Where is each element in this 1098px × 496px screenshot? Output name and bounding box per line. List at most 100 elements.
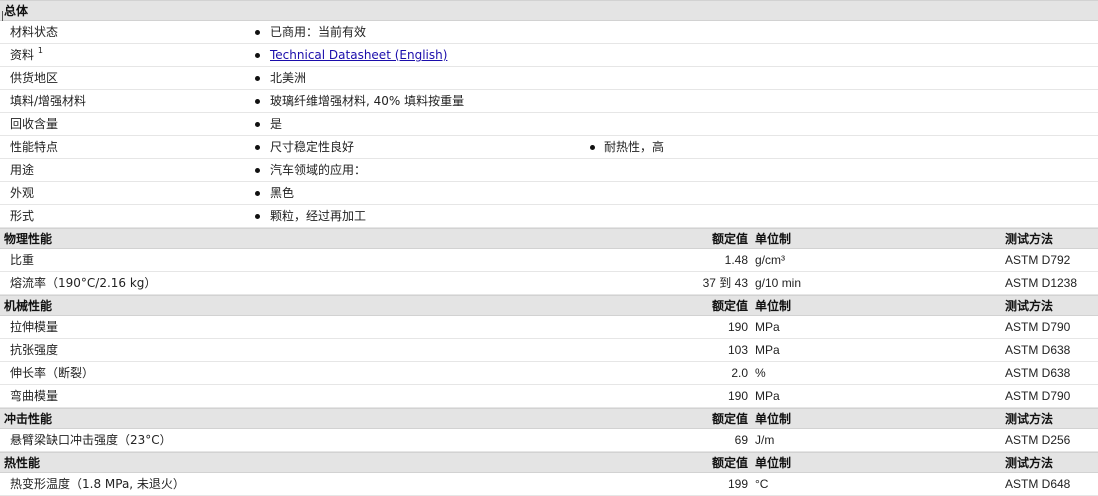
property-label: 比重: [10, 253, 35, 267]
property-label: 悬臂梁缺口冲击强度（23°C）: [10, 433, 172, 447]
column-header-test: 测试方法: [1005, 232, 1054, 246]
property-label: 形式: [10, 209, 35, 223]
section-header-mechanical: 机械性能 额定值 单位制 测试方法: [0, 295, 1098, 316]
datasheet-table: 总体 材料状态 已商用：当前有效 资料 1 Technical Datashee…: [0, 0, 1098, 496]
property-label: 材料状态: [10, 25, 59, 39]
test-method: ASTM D638: [1005, 366, 1071, 380]
section-header-physical: 物理性能 额定值 单位制 测试方法: [0, 228, 1098, 249]
bullet-icon: [255, 191, 260, 196]
column-header-nominal: 额定值: [711, 232, 748, 246]
section-title: 热性能: [4, 456, 41, 470]
nominal-value: 103: [727, 343, 748, 357]
property-label: 性能特点: [10, 140, 59, 154]
property-row-appearance: 外观 黑色: [0, 182, 1098, 205]
unit-value: g/10 min: [755, 276, 802, 290]
property-value: 北美洲: [270, 71, 307, 85]
footnote-marker: 1: [37, 46, 43, 55]
property-row-recycled: 回收含量 是: [0, 113, 1098, 136]
property-label: 资料 1: [10, 44, 43, 66]
property-label: 熔流率（190°C/2.16 kg）: [10, 276, 157, 290]
property-value: 是: [270, 117, 283, 131]
column-header-test: 测试方法: [1005, 412, 1054, 426]
property-value: 玻璃纤维增强材料, 40% 填料按重量: [270, 94, 465, 108]
property-label: 外观: [10, 186, 35, 200]
nominal-value: 1.48: [724, 253, 748, 267]
test-method: ASTM D1238: [1005, 276, 1078, 290]
bullet-icon: [590, 145, 595, 150]
table-row: 抗张强度 103 MPa ASTM D638: [0, 339, 1098, 362]
bullet-icon: [255, 53, 260, 58]
property-label-text: 资料: [10, 48, 35, 62]
section-header-thermal: 热性能 额定值 单位制 测试方法: [0, 452, 1098, 473]
section-header-impact: 冲击性能 额定值 单位制 测试方法: [0, 408, 1098, 429]
property-value: 黑色: [270, 186, 295, 200]
property-label: 回收含量: [10, 117, 59, 131]
bullet-icon: [255, 122, 260, 127]
property-row-forms: 形式 颗粒，经过再加工: [0, 205, 1098, 228]
property-label: 弯曲模量: [10, 389, 59, 403]
property-row-uses: 用途 汽车领域的应用：: [0, 159, 1098, 182]
table-row: 弯曲模量 190 MPa ASTM D790: [0, 385, 1098, 408]
property-row-status: 材料状态 已商用：当前有效: [0, 21, 1098, 44]
column-header-unit: 单位制: [755, 299, 792, 313]
nominal-value: 190: [727, 389, 748, 403]
column-header-nominal: 额定值: [711, 456, 748, 470]
property-value-2: 耐热性，高: [604, 140, 665, 154]
section-header-general: 总体: [0, 0, 1098, 23]
property-value: 尺寸稳定性良好: [270, 140, 355, 154]
unit-value: %: [755, 366, 766, 380]
table-row: 伸长率（断裂） 2.0 % ASTM D638: [0, 362, 1098, 385]
column-header-test: 测试方法: [1005, 456, 1054, 470]
property-value: 已商用：当前有效: [270, 25, 367, 39]
property-row-documents: 资料 1 Technical Datasheet (English): [0, 44, 1098, 67]
column-header-unit: 单位制: [755, 456, 792, 470]
property-row-availability: 供货地区 北美洲: [0, 67, 1098, 90]
table-row: 热变形温度（1.8 MPa, 未退火） 199 °C ASTM D648: [0, 473, 1098, 496]
test-method: ASTM D790: [1005, 389, 1071, 403]
nominal-value: 37 到 43: [702, 276, 748, 290]
column-header-nominal: 额定值: [711, 299, 748, 313]
nominal-value: 199: [727, 477, 748, 491]
technical-datasheet-link[interactable]: Technical Datasheet (English): [270, 44, 447, 66]
column-header-unit: 单位制: [755, 232, 792, 246]
nominal-value: 69: [734, 433, 748, 447]
section-title: 冲击性能: [4, 412, 53, 426]
property-label: 抗张强度: [10, 343, 59, 357]
table-row: 悬臂梁缺口冲击强度（23°C） 69 J/m ASTM D256: [0, 429, 1098, 452]
bullet-icon: [255, 145, 260, 150]
nominal-value: 190: [727, 320, 748, 334]
bullet-icon: [255, 99, 260, 104]
nominal-value: 2.0: [731, 366, 748, 380]
bullet-icon: [255, 214, 260, 219]
property-row-features: 性能特点 尺寸稳定性良好 耐热性，高: [0, 136, 1098, 159]
unit-value: MPa: [755, 320, 780, 334]
column-header-nominal: 额定值: [711, 412, 748, 426]
property-label: 伸长率（断裂）: [10, 366, 95, 380]
test-method: ASTM D256: [1005, 433, 1071, 447]
unit-value: MPa: [755, 389, 780, 403]
property-label: 填料/增强材料: [10, 94, 87, 108]
bullet-icon: [255, 168, 260, 173]
column-header-test: 测试方法: [1005, 299, 1054, 313]
section-title: 机械性能: [4, 299, 53, 313]
bullet-icon: [255, 76, 260, 81]
property-value: 汽车领域的应用：: [270, 163, 367, 177]
section-title: 物理性能: [4, 232, 53, 246]
table-row: 比重 1.48 g/cm³ ASTM D792: [0, 249, 1098, 272]
test-method: ASTM D638: [1005, 343, 1071, 357]
table-row: 拉伸模量 190 MPa ASTM D790: [0, 316, 1098, 339]
unit-value: J/m: [755, 433, 775, 447]
property-label: 用途: [10, 163, 35, 177]
bullet-icon: [255, 30, 260, 35]
unit-value: g/cm³: [755, 253, 785, 267]
property-label: 热变形温度（1.8 MPa, 未退火）: [10, 477, 185, 491]
test-method: ASTM D792: [1005, 253, 1071, 267]
property-row-filler: 填料/增强材料 玻璃纤维增强材料, 40% 填料按重量: [0, 90, 1098, 113]
property-value: 颗粒，经过再加工: [270, 209, 367, 223]
unit-value: MPa: [755, 343, 780, 357]
property-label: 拉伸模量: [10, 320, 59, 334]
test-method: ASTM D790: [1005, 320, 1071, 334]
column-header-unit: 单位制: [755, 412, 792, 426]
table-row: 熔流率（190°C/2.16 kg） 37 到 43 g/10 min ASTM…: [0, 272, 1098, 295]
section-title: 总体: [4, 4, 29, 18]
